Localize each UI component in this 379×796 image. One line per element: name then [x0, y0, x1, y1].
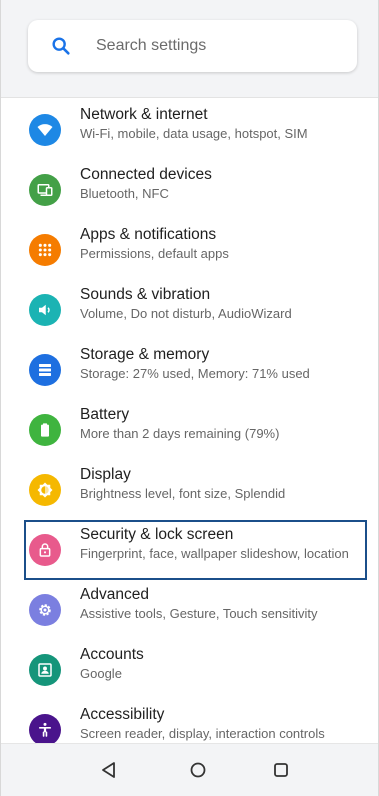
settings-item-advanced[interactable]: Advanced Assistive tools, Gesture, Touch…: [1, 580, 378, 640]
wifi-icon: [29, 114, 61, 146]
item-title: Battery: [80, 406, 130, 423]
item-title: Accounts: [80, 646, 144, 663]
item-subtitle: Volume, Do not disturb, AudioWizard: [80, 306, 292, 321]
item-subtitle: Permissions, default apps: [80, 246, 229, 261]
item-title: Display: [80, 466, 131, 483]
item-subtitle: Google: [80, 666, 122, 681]
item-title: Storage & memory: [80, 346, 210, 363]
back-icon[interactable]: [99, 760, 119, 780]
settings-item-security[interactable]: Security & lock screen Fingerprint, face…: [24, 520, 367, 580]
devices-icon: [29, 174, 61, 206]
search-bar[interactable]: Search settings: [28, 20, 357, 72]
item-subtitle: Wi-Fi, mobile, data usage, hotspot, SIM: [80, 126, 308, 141]
settings-item-apps[interactable]: Apps & notifications Permissions, defaul…: [1, 220, 378, 280]
item-title: Apps & notifications: [80, 226, 217, 243]
recents-icon[interactable]: [271, 760, 291, 780]
item-title: Accessibility: [80, 706, 165, 723]
search-icon: [52, 37, 70, 55]
item-subtitle: Brightness level, font size, Splendid: [80, 486, 286, 501]
settings-item-network[interactable]: Network & internet Wi-Fi, mobile, data u…: [1, 100, 378, 160]
brightness-icon: [29, 474, 61, 506]
item-title: Network & internet: [80, 106, 208, 123]
item-title: Security & lock screen: [80, 526, 234, 543]
item-subtitle: Fingerprint, face, wallpaper slideshow, …: [80, 546, 349, 561]
item-subtitle: Storage: 27% used, Memory: 71% used: [80, 366, 310, 381]
settings-item-battery[interactable]: Battery More than 2 days remaining (79%): [1, 400, 378, 460]
item-title: Advanced: [80, 586, 149, 603]
accessibility-icon: [29, 714, 61, 746]
settings-item-accounts[interactable]: Accounts Google: [1, 640, 378, 700]
volume-icon: [29, 294, 61, 326]
item-title: Sounds & vibration: [80, 286, 211, 303]
apps-grid-icon: [29, 234, 61, 266]
settings-list: Network & internet Wi-Fi, mobile, data u…: [1, 98, 378, 760]
item-subtitle: Assistive tools, Gesture, Touch sensitiv…: [80, 606, 318, 621]
home-icon[interactable]: [188, 760, 208, 780]
battery-icon: [29, 414, 61, 446]
gear-icon: [29, 594, 61, 626]
item-subtitle: Screen reader, display, interaction cont…: [80, 726, 325, 741]
settings-item-storage[interactable]: Storage & memory Storage: 27% used, Memo…: [1, 340, 378, 400]
settings-screen: Search settings Network & internet Wi-Fi…: [0, 0, 379, 796]
item-subtitle: More than 2 days remaining (79%): [80, 426, 280, 441]
item-subtitle: Bluetooth, NFC: [80, 186, 169, 201]
lock-icon: [29, 534, 61, 566]
settings-item-connected-devices[interactable]: Connected devices Bluetooth, NFC: [1, 160, 378, 220]
storage-icon: [29, 354, 61, 386]
settings-item-sounds[interactable]: Sounds & vibration Volume, Do not distur…: [1, 280, 378, 340]
search-placeholder: Search settings: [96, 37, 207, 54]
search-header: Search settings: [1, 0, 378, 98]
navigation-bar: [1, 743, 378, 796]
settings-item-display[interactable]: Display Brightness level, font size, Spl…: [1, 460, 378, 520]
account-icon: [29, 654, 61, 686]
item-title: Connected devices: [80, 166, 212, 183]
